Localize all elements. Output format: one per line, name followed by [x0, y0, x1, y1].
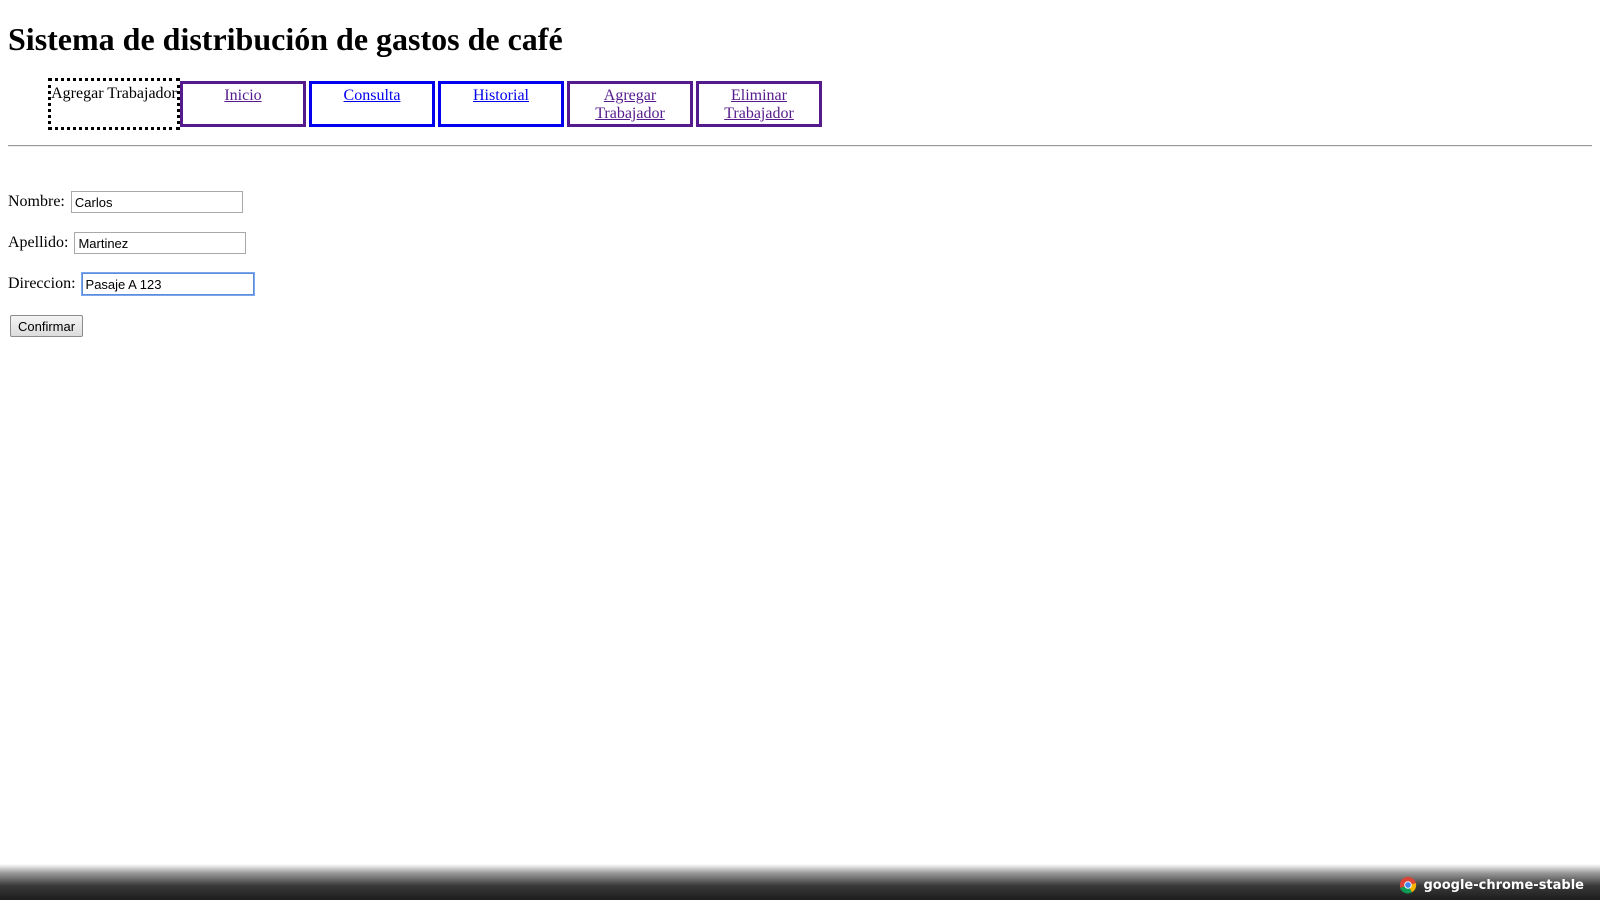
- nav-item-label: Agregar Trabajador: [595, 87, 665, 122]
- nav-item-historial[interactable]: Historial: [438, 81, 564, 127]
- nav-item-consulta[interactable]: Consulta: [309, 81, 435, 127]
- chrome-icon: [1400, 876, 1417, 894]
- nav-item-eliminar-trabajador[interactable]: Eliminar Trabajador: [696, 81, 822, 127]
- direccion-row: Direccion:: [8, 273, 254, 295]
- apellido-label: Apellido:: [8, 234, 69, 251]
- direccion-field[interactable]: [81, 273, 254, 295]
- page-title: Sistema de distribución de gastos de caf…: [8, 21, 563, 57]
- confirm-button[interactable]: Confirmar: [10, 315, 84, 337]
- apellido-row: Apellido:: [8, 232, 247, 254]
- nav-item-inicio[interactable]: Inicio: [180, 81, 306, 127]
- nav-item-label: Eliminar Trabajador: [724, 87, 794, 122]
- separator: [8, 145, 1592, 147]
- taskbar-app-label: google-chrome-stable: [1423, 877, 1584, 893]
- nav-item-agregar-trabajador-active[interactable]: Agregar Trabajador: [48, 78, 180, 130]
- nombre-row: Nombre:: [8, 191, 243, 213]
- nav-item-agregar-trabajador[interactable]: Agregar Trabajador: [567, 81, 693, 127]
- nav-item-label: Consulta: [343, 87, 401, 104]
- apellido-field[interactable]: [74, 232, 247, 254]
- nav-item-label: Inicio: [224, 87, 262, 104]
- nav-item-label: Historial: [473, 87, 529, 104]
- taskbar: google-chrome-stable: [0, 864, 1600, 900]
- direccion-label: Direccion:: [8, 275, 76, 292]
- taskbar-app-chrome[interactable]: google-chrome-stable: [1399, 876, 1584, 894]
- nav-item-label: Agregar Trabajador: [51, 85, 177, 102]
- nombre-label: Nombre:: [8, 193, 65, 210]
- nombre-field[interactable]: [70, 191, 243, 213]
